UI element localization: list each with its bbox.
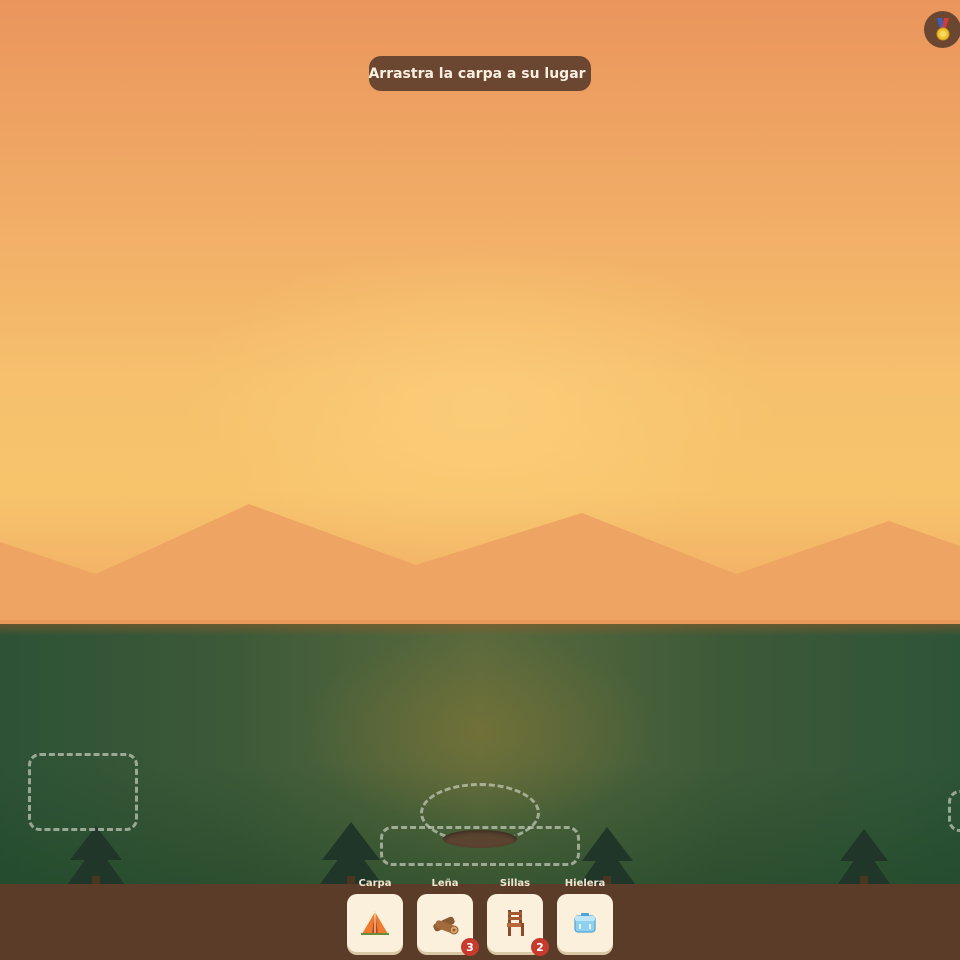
firewood-icon: [433, 916, 459, 935]
medal-icon: [936, 17, 949, 40]
tent-drop-zone[interactable]: [28, 753, 138, 831]
mountain-range: [0, 504, 960, 630]
hint-text: Arrastra la carpa a su lugar: [368, 65, 586, 82]
slot-card[interactable]: [557, 894, 613, 952]
count-badge: 2: [531, 938, 549, 956]
instruction-hint: Arrastra la carpa a su lugar: [368, 56, 591, 91]
slot-label: Hielera: [564, 878, 606, 889]
count-badge: 3: [461, 938, 479, 956]
cooler-icon: [574, 913, 596, 933]
achievements-button[interactable]: [924, 11, 960, 48]
chair-icon: [507, 910, 524, 936]
slot-label: Carpa: [358, 878, 392, 889]
inventory-slot-carpa[interactable]: Carpa: [347, 878, 403, 960]
game-scene: Arrastra la carpa a su lugar Carpa Leña …: [0, 0, 960, 960]
inventory-tray: [0, 884, 960, 960]
cooler-drop-zone[interactable]: [948, 790, 960, 832]
slot-label: Leña: [431, 878, 459, 889]
inventory-slot-hielera[interactable]: Hielera: [557, 878, 613, 960]
inventory-slot-lena[interactable]: Leña 3: [417, 878, 479, 960]
pine-tree: [838, 829, 890, 884]
pine-tree: [68, 826, 124, 884]
fire-pit: [443, 830, 517, 848]
pine-tree: [320, 822, 382, 884]
pine-tree: [580, 827, 635, 884]
inventory-slot-sillas[interactable]: Sillas 2: [487, 878, 549, 960]
slot-card[interactable]: [347, 894, 403, 952]
tent-icon: [361, 911, 389, 935]
slot-label: Sillas: [499, 878, 531, 889]
